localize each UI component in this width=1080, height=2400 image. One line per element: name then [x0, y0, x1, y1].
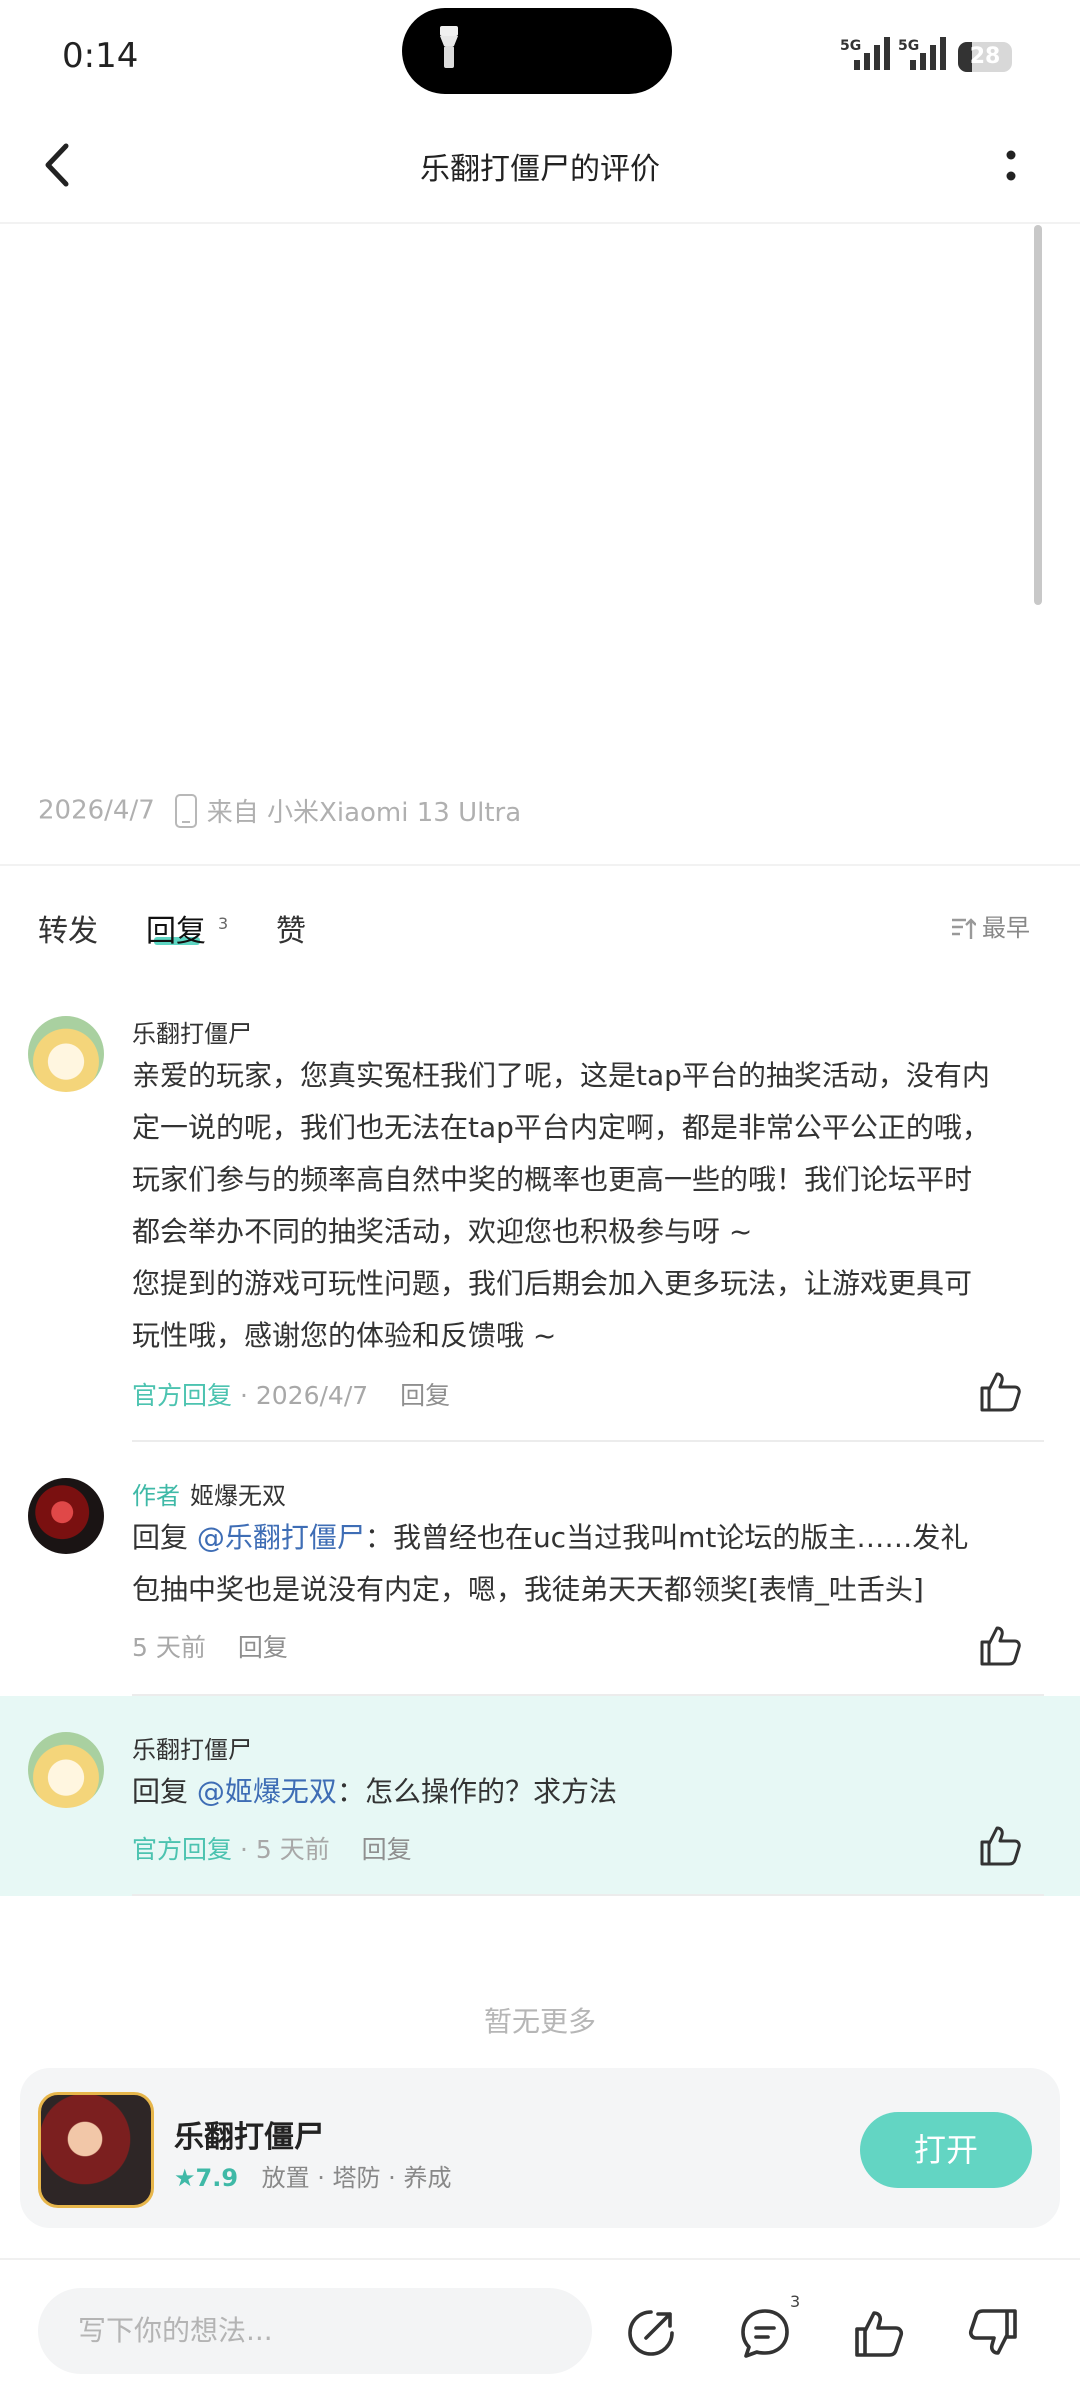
thumbs-up-icon[interactable] [852, 2306, 906, 2360]
comment-line: 亲爱的玩家，您真实冤枉我们了呢，这是tap平台的抽奖活动，没有内 [132, 1059, 990, 1092]
game-rating: 7.9 [195, 2164, 239, 2192]
comment-time: 5 天前 [132, 1633, 206, 1662]
comment-text: 回复 @乐翻打僵尸：我曾经也在uc当过我叫mt论坛的版主……发礼 包抽中奖也是说… [132, 1512, 1080, 1616]
comment-text: 回复 @姬爆无双：怎么操作的？求方法 [132, 1766, 1080, 1818]
post-content-area [0, 224, 1080, 784]
comment-author[interactable]: 乐翻打僵尸 [132, 1730, 252, 1765]
no-more-label: 暂无更多 [483, 2005, 596, 2038]
official-reply-badge: 官方回复 [132, 1381, 233, 1410]
official-reply-badge: 官方回复 [132, 1835, 233, 1864]
star-icon: ★ [174, 2164, 196, 2192]
comment-meta: 官方回复 · 2026/4/7 回复 [132, 1376, 450, 1412]
game-icon[interactable] [38, 2092, 154, 2208]
status-time: 0:14 [62, 36, 139, 76]
post-device: 来自 小米Xiaomi 13 Ultra [206, 798, 522, 828]
more-options-button[interactable] [996, 146, 1026, 186]
reply-prefix: 回复 [132, 1775, 189, 1808]
thumbs-up-icon[interactable] [978, 1822, 1024, 1868]
tab-reply-count: 3 [218, 914, 229, 933]
comment-line: 定一说的呢，我们也无法在tap平台内定啊，都是非常公平公正的哦， [132, 1111, 990, 1144]
comment-text-part: ：怎么操作的？求方法 [336, 1775, 617, 1808]
tab-like[interactable]: 赞 [276, 906, 306, 950]
game-name: 乐翻打僵尸 [174, 2120, 324, 2155]
sort-label: 最早 [982, 914, 1030, 942]
share-icon[interactable] [624, 2306, 678, 2360]
reply-prefix: 回复 [132, 1521, 189, 1554]
tab-forward[interactable]: 转发 [38, 906, 98, 950]
user-mention[interactable]: @姬爆无双 [197, 1775, 337, 1808]
comment-line: 您提到的游戏可玩性问题，我们后期会加入更多玩法，让游戏更具可 [132, 1267, 973, 1300]
bottom-divider [0, 2258, 1080, 2260]
back-button[interactable] [36, 140, 78, 190]
flashlight-icon [440, 26, 458, 68]
game-tags: 放置 · 塔防 · 养成 [261, 2164, 452, 2192]
comment-divider [132, 1440, 1044, 1442]
battery-level: 28 [969, 44, 1001, 69]
phone-icon [174, 793, 197, 828]
comment-line: 都会举办不同的抽奖活动，欢迎您也积极参与呀 ~ [132, 1215, 753, 1248]
open-game-button[interactable]: 打开 [860, 2112, 1032, 2188]
comment-author[interactable]: 姬爆无双 [190, 1482, 286, 1510]
avatar[interactable] [28, 1478, 104, 1554]
thumbs-up-icon[interactable] [978, 1368, 1024, 1414]
reply-button[interactable]: 回复 [238, 1633, 288, 1662]
comment-text-part: ：我曾经也在uc当过我叫mt论坛的版主……发礼 [364, 1521, 969, 1554]
comment-author-line: 作者 姬爆无双 [132, 1476, 286, 1511]
comment-count: 3 [790, 2292, 801, 2311]
comment-meta: 5 天前 回复 [132, 1628, 288, 1664]
comment-meta: 官方回复 · 5 天前 回复 [132, 1830, 412, 1866]
post-date: 2026/4/7 [38, 795, 155, 826]
user-mention[interactable]: @乐翻打僵尸 [197, 1521, 365, 1554]
page-title: 乐翻打僵尸的评价 [420, 152, 660, 187]
comment-line: 包抽中奖也是说没有内定，嗯，我徒弟天天都领奖[表情_吐舌头] [132, 1573, 924, 1606]
comment-time: · 2026/4/7 [239, 1381, 369, 1410]
sort-button[interactable]: 最早 [950, 908, 1030, 943]
signal-bars-icon [854, 37, 890, 70]
comment-line: 回复 @姬爆无双：怎么操作的？求方法 [132, 1766, 1080, 1818]
author-badge: 作者 [132, 1482, 180, 1510]
scrollbar[interactable] [1034, 225, 1042, 605]
comment-input[interactable]: 写下你的想法... [38, 2288, 592, 2374]
comment-line: 玩性哦，感谢您的体验和反馈哦 ~ [132, 1319, 557, 1352]
battery-icon: 28 [958, 42, 1012, 72]
section-divider [0, 864, 1080, 866]
thumbs-up-icon[interactable] [978, 1622, 1024, 1668]
comment-icon[interactable] [738, 2306, 792, 2360]
tab-reply[interactable]: 回复 [146, 906, 206, 950]
thumbs-down-icon[interactable] [966, 2306, 1020, 2360]
comment-divider [132, 1894, 1044, 1896]
avatar[interactable] [28, 1016, 104, 1092]
comment-time: · 5 天前 [239, 1835, 330, 1864]
comment-line: 玩家们参与的频率高自然中奖的概率也更高一些的哦！我们论坛平时 [132, 1163, 973, 1196]
comment-line: 回复 @乐翻打僵尸：我曾经也在uc当过我叫mt论坛的版主……发礼 [132, 1512, 1080, 1564]
avatar[interactable] [28, 1732, 104, 1808]
game-meta: ★7.9 放置 · 塔防 · 养成 [174, 2158, 451, 2193]
reply-button[interactable]: 回复 [400, 1381, 450, 1410]
signal-bars-icon [910, 37, 946, 70]
comment-author[interactable]: 乐翻打僵尸 [132, 1014, 252, 1049]
comment-text: 亲爱的玩家，您真实冤枉我们了呢，这是tap平台的抽奖活动，没有内 定一说的呢，我… [132, 1050, 1080, 1362]
post-meta: 2026/4/7 来自 小米Xiaomi 13 Ultra [38, 792, 521, 829]
reply-button[interactable]: 回复 [362, 1835, 412, 1864]
sort-icon [952, 918, 976, 939]
